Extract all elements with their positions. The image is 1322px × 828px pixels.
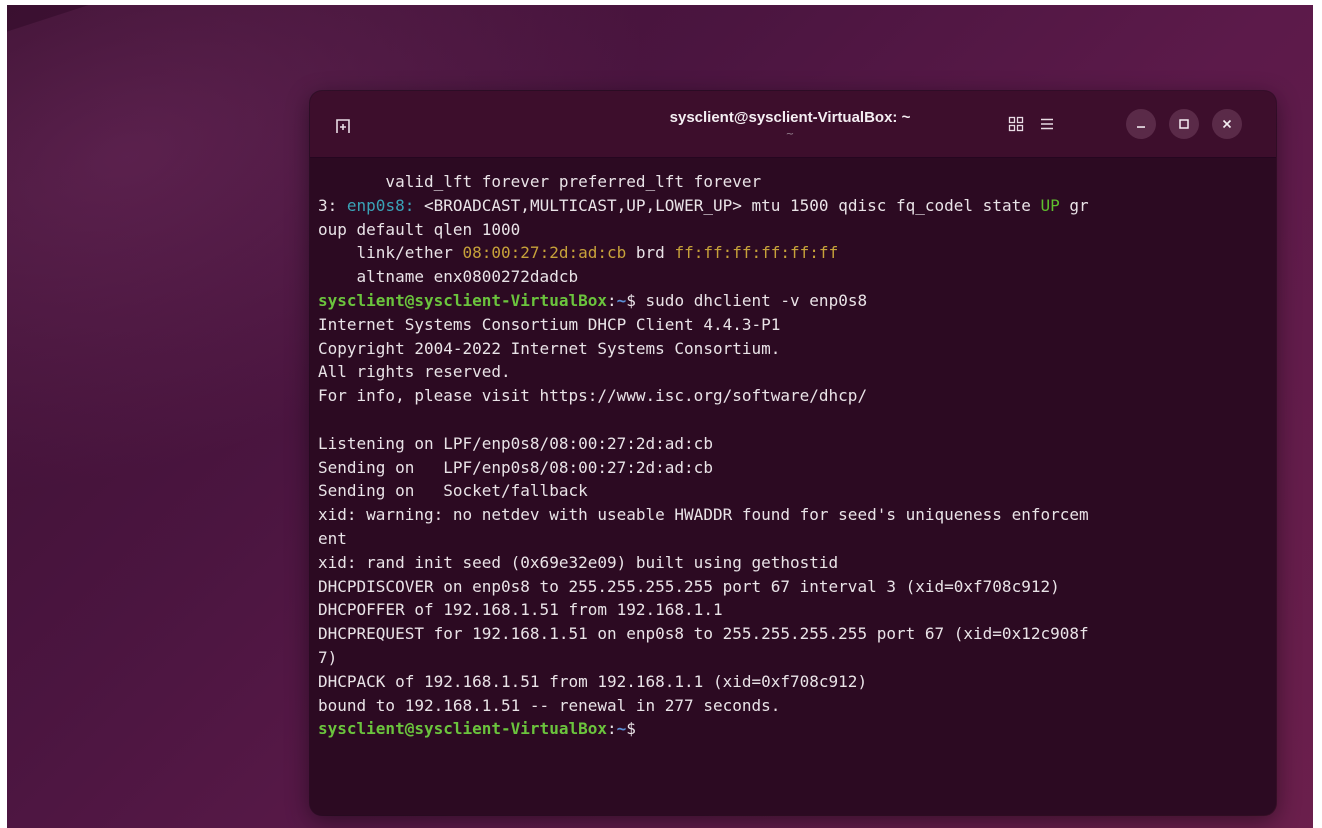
terminal-window: sysclient@sysclient-VirtualBox: ~ ~ vali… (310, 91, 1276, 815)
screen-edge-left (0, 0, 7, 828)
minimize-button[interactable] (1126, 109, 1156, 139)
output-line: bound to 192.168.1.51 -- renewal in 277 … (318, 695, 781, 715)
prompt-path: ~ (616, 290, 627, 310)
prompt-dollar: $ (626, 719, 636, 739)
terminal-line: link/ether 08:00:27:2d:ad:cb brd ff:ff:f… (318, 241, 1268, 265)
prompt-user: sysclient@sysclient-VirtualBox (318, 719, 607, 739)
hamburger-menu-icon (1041, 118, 1053, 130)
output-line: DHCPDISCOVER on enp0s8 to 255.255.255.25… (318, 576, 1060, 596)
interface-state: UP (1040, 195, 1060, 215)
terminal-line: altname enx0800272dadcb (318, 267, 579, 287)
broadcast-address: ff:ff:ff:ff:ff:ff (674, 243, 839, 263)
line-text: link/ether (318, 243, 463, 263)
prompt-line: sysclient@sysclient-VirtualBox:~$ (318, 717, 1268, 741)
maximize-icon (1179, 119, 1189, 129)
terminal-line: oup default qlen 1000 (318, 219, 521, 239)
output-line: ent (318, 528, 347, 548)
terminal-line: valid_lft forever preferred_lft forever (318, 172, 762, 191)
screen-edge-right (1313, 0, 1322, 828)
output-line: DHCPREQUEST for 192.168.1.51 on enp0s8 t… (318, 624, 1089, 644)
output-line: xid: warning: no netdev with useable HWA… (318, 505, 1089, 525)
window-title: sysclient@sysclient-VirtualBox: ~ (669, 109, 911, 126)
prompt-user: sysclient@sysclient-VirtualBox (318, 290, 607, 310)
output-line: 7) (318, 647, 338, 667)
output-line: Sending on LPF/enp0s8/08:00:27:2d:ad:cb (318, 457, 713, 477)
line-text: brd (626, 243, 675, 263)
command-output: Internet Systems Consortium DHCP Client … (318, 313, 1268, 718)
new-tab-icon (336, 119, 350, 133)
mac-address: 08:00:27:2d:ad:cb (462, 243, 627, 263)
line-text: 3: (318, 195, 347, 215)
output-line: xid: rand init seed (0x69e32e09) built u… (318, 552, 839, 572)
command-text: sudo dhclient -v enp0s8 (635, 290, 868, 310)
output-line: Copyright 2004-2022 Internet Systems Con… (318, 338, 781, 358)
close-icon (1222, 119, 1232, 129)
prompt-separator: : (606, 290, 617, 310)
output-line: DHCPOFFER of 192.168.1.51 from 192.168.1… (318, 600, 723, 620)
prompt-separator: : (606, 719, 617, 739)
output-line: Listening on LPF/enp0s8/08:00:27:2d:ad:c… (318, 433, 713, 453)
line-text: gr (1059, 195, 1089, 215)
terminal-line: 3: enp0s8: <BROADCAST,MULTICAST,UP,LOWER… (318, 194, 1268, 218)
output-line: For info, please visit https://www.isc.o… (318, 386, 868, 406)
maximize-button[interactable] (1169, 109, 1199, 139)
output-line: Sending on Socket/fallback (318, 481, 588, 501)
minimize-icon (1137, 126, 1145, 128)
main-menu-button[interactable] (1035, 112, 1059, 136)
tab-overview-button[interactable] (1004, 112, 1028, 136)
titlebar[interactable]: sysclient@sysclient-VirtualBox: ~ ~ (310, 91, 1276, 158)
output-line: All rights reserved. (318, 362, 511, 382)
prompt-path: ~ (616, 719, 627, 739)
close-button[interactable] (1212, 109, 1242, 139)
line-text: <BROADCAST,MULTICAST,UP,LOWER_UP> mtu 15… (414, 195, 1041, 215)
screen-edge-top (0, 0, 1322, 5)
interface-name: enp0s8: (346, 195, 415, 215)
grid-view-icon (1008, 116, 1024, 132)
terminal-output[interactable]: valid_lft forever preferred_lft forever … (310, 158, 1276, 815)
new-tab-button[interactable] (330, 113, 356, 139)
prompt-dollar: $ (626, 290, 636, 310)
output-line: DHCPACK of 192.168.1.51 from 192.168.1.1… (318, 671, 868, 691)
output-line: Internet Systems Consortium DHCP Client … (318, 314, 781, 334)
window-subtitle: ~ (785, 129, 795, 140)
prompt-line: sysclient@sysclient-VirtualBox:~$ sudo d… (318, 289, 1268, 313)
